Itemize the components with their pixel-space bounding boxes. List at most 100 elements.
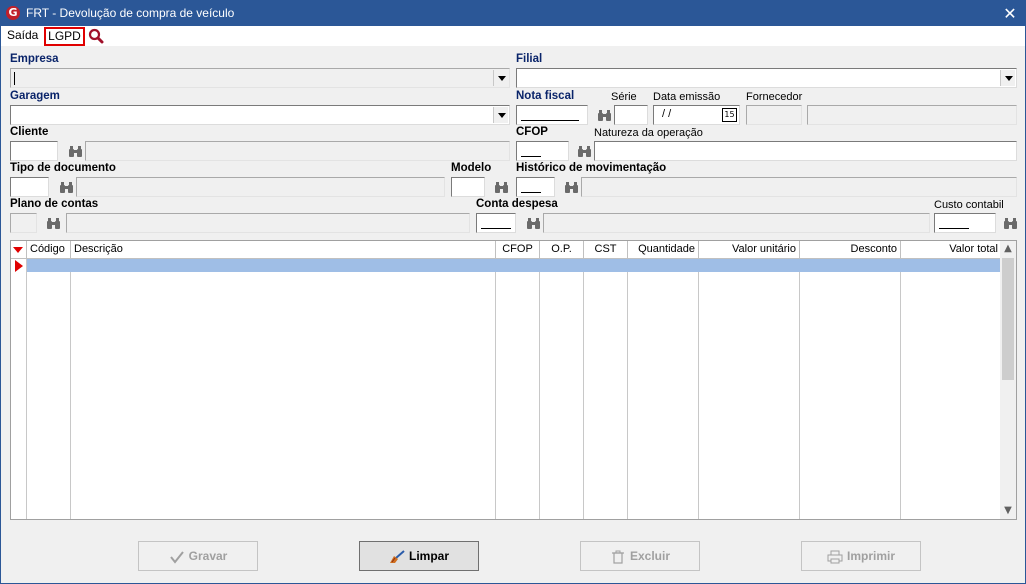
- window-title: FRT - Devolução de compra de veículo: [26, 6, 235, 20]
- binoculars-icon[interactable]: [60, 182, 73, 193]
- input-mask: [939, 228, 969, 229]
- column-divider: [627, 259, 628, 519]
- column-divider: [900, 259, 901, 519]
- cfop-field[interactable]: [516, 141, 569, 161]
- plano-contas-code-field[interactable]: [10, 213, 37, 233]
- gravar-label: Gravar: [188, 549, 228, 563]
- menu-bar: Saída LGPD: [1, 26, 1025, 46]
- binoculars-icon[interactable]: [1004, 218, 1017, 229]
- column-header[interactable]: O.P.: [540, 241, 584, 259]
- imprimir-button[interactable]: Imprimir: [801, 541, 921, 571]
- text-caret: [14, 72, 15, 85]
- current-row-indicator-icon: [11, 259, 26, 272]
- excluir-label: Excluir: [629, 549, 671, 563]
- excluir-button[interactable]: Excluir: [580, 541, 700, 571]
- column-header[interactable]: Código: [27, 241, 71, 259]
- column-divider: [70, 259, 71, 519]
- column-divider: [26, 259, 27, 519]
- title-bar: G FRT - Devolução de compra de veículo ✕: [1, 1, 1025, 26]
- column-header[interactable]: CFOP: [496, 241, 540, 259]
- input-mask: [521, 192, 541, 193]
- nota-fiscal-label: Nota fiscal: [516, 90, 575, 102]
- serie-field[interactable]: [614, 105, 648, 125]
- column-divider: [495, 259, 496, 519]
- cliente-label: Cliente: [10, 126, 49, 138]
- chevron-down-icon[interactable]: [493, 70, 508, 86]
- binoculars-icon[interactable]: [598, 110, 611, 121]
- cliente-code-field[interactable]: [10, 141, 58, 161]
- scroll-up-icon[interactable]: ▲: [1000, 241, 1016, 257]
- historico-code-field[interactable]: [516, 177, 555, 197]
- empresa-label: Empresa: [10, 53, 59, 65]
- binoculars-icon[interactable]: [495, 182, 508, 193]
- sort-indicator-icon[interactable]: [11, 241, 27, 259]
- menu-lgpd[interactable]: LGPD: [44, 27, 85, 46]
- cliente-name-field: [85, 141, 510, 161]
- plano-contas-label: Plano de contas: [10, 198, 99, 210]
- search-icon[interactable]: [88, 28, 104, 47]
- conta-despesa-code-field[interactable]: [476, 213, 516, 233]
- natureza-field[interactable]: [594, 141, 1017, 161]
- table-row[interactable]: [27, 259, 1001, 272]
- column-header[interactable]: Descrição: [71, 241, 496, 259]
- close-icon[interactable]: ✕: [995, 1, 1025, 26]
- calendar-icon[interactable]: 15: [722, 108, 737, 122]
- main-window: G FRT - Devolução de compra de veículo ✕…: [0, 0, 1026, 584]
- gravar-button[interactable]: Gravar: [138, 541, 258, 571]
- modelo-label: Modelo: [451, 162, 492, 174]
- conta-despesa-name-field: [543, 213, 930, 233]
- limpar-button[interactable]: Limpar: [359, 541, 479, 571]
- binoculars-icon[interactable]: [578, 146, 591, 157]
- app-logo-icon: G: [6, 6, 20, 20]
- input-mask: [521, 156, 541, 157]
- garagem-label: Garagem: [10, 90, 60, 102]
- chevron-down-icon[interactable]: [493, 107, 508, 123]
- garagem-combo[interactable]: [10, 105, 510, 125]
- data-emissao-field[interactable]: / / 15: [653, 105, 740, 125]
- fornecedor-code-field[interactable]: [746, 105, 802, 125]
- nota-fiscal-field[interactable]: [516, 105, 588, 125]
- binoculars-icon[interactable]: [527, 218, 540, 229]
- column-header[interactable]: Desconto: [800, 241, 901, 259]
- binoculars-icon[interactable]: [69, 146, 82, 157]
- menu-saida[interactable]: Saída: [7, 28, 38, 42]
- scroll-down-icon[interactable]: ▼: [1000, 503, 1016, 519]
- column-divider: [583, 259, 584, 519]
- fornecedor-name-field: [807, 105, 1017, 125]
- historico-name-field: [581, 177, 1017, 197]
- checkmark-icon: [169, 551, 184, 564]
- column-header[interactable]: Valor unitário: [699, 241, 800, 259]
- empresa-combo[interactable]: [10, 68, 510, 88]
- trash-icon: [611, 550, 624, 564]
- column-divider: [799, 259, 800, 519]
- tipo-documento-code-field[interactable]: [10, 177, 49, 197]
- column-header[interactable]: Valor total: [901, 241, 1001, 259]
- custo-contabil-label: Custo contabil: [934, 199, 1004, 211]
- binoculars-icon[interactable]: [565, 182, 578, 193]
- input-mask: [521, 120, 579, 121]
- column-divider: [698, 259, 699, 519]
- calendar-day: 15: [724, 110, 735, 119]
- column-header[interactable]: Quantidade: [628, 241, 699, 259]
- imprimir-label: Imprimir: [846, 549, 895, 563]
- chevron-down-icon[interactable]: [1000, 70, 1015, 86]
- custo-contabil-field[interactable]: [934, 213, 996, 233]
- modelo-field[interactable]: [451, 177, 485, 197]
- scroll-thumb[interactable]: [1002, 258, 1014, 380]
- data-emissao-label: Data emissão: [653, 91, 721, 103]
- date-value: / /: [662, 108, 672, 120]
- historico-label: Histórico de movimentação: [516, 162, 667, 174]
- items-grid[interactable]: Código Descrição CFOP O.P. CST Quantidad…: [10, 240, 1017, 520]
- natureza-label: Natureza da operação: [594, 127, 703, 139]
- tipo-documento-name-field: [76, 177, 445, 197]
- filial-combo[interactable]: [516, 68, 1017, 88]
- input-mask: [481, 228, 511, 229]
- limpar-label: Limpar: [408, 549, 449, 563]
- serie-label: Série: [611, 91, 637, 103]
- conta-despesa-label: Conta despesa: [476, 198, 558, 210]
- binoculars-icon[interactable]: [47, 218, 60, 229]
- column-divider: [539, 259, 540, 519]
- cfop-label: CFOP: [516, 126, 548, 138]
- vertical-scrollbar[interactable]: ▲ ▼: [1000, 241, 1016, 519]
- column-header[interactable]: CST: [584, 241, 628, 259]
